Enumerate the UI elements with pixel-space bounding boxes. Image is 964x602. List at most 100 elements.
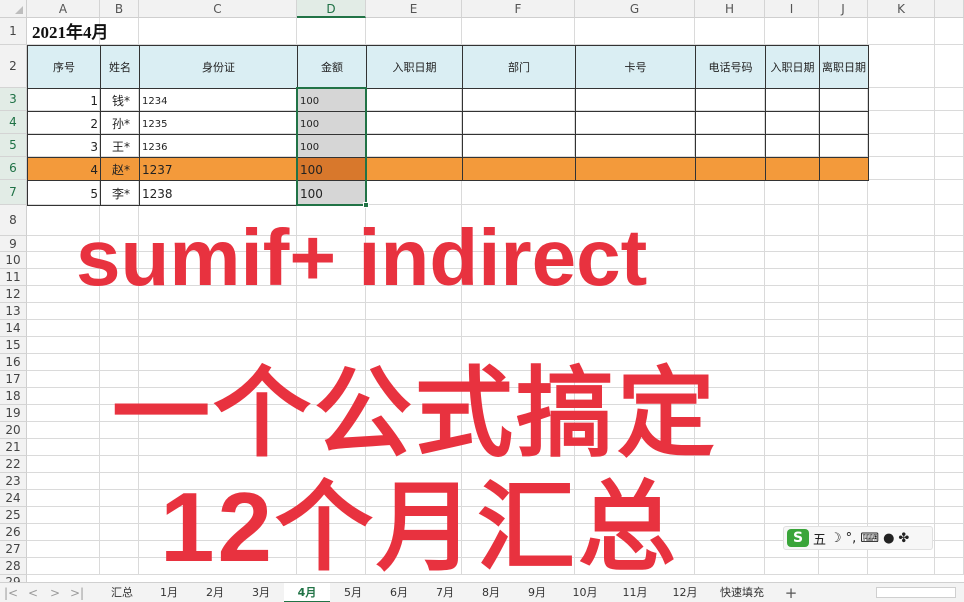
- grid-cell[interactable]: [819, 269, 868, 286]
- grid-cell[interactable]: [765, 236, 819, 252]
- grid-cell[interactable]: [27, 354, 100, 371]
- empty-cell[interactable]: [462, 134, 576, 158]
- grid-cell[interactable]: [695, 205, 765, 236]
- empty-cell[interactable]: [819, 157, 869, 181]
- column-header-G[interactable]: G: [575, 0, 695, 18]
- row-header-17[interactable]: 17: [0, 371, 27, 388]
- empty-cell[interactable]: [575, 111, 696, 135]
- column-header-K[interactable]: K: [868, 0, 935, 18]
- column-header-A[interactable]: A: [27, 0, 100, 18]
- grid-cell[interactable]: [100, 490, 139, 507]
- grid-cell[interactable]: [297, 18, 366, 45]
- empty-cell[interactable]: [462, 111, 576, 135]
- grid-icon[interactable]: ✤: [898, 531, 909, 546]
- grid-cell[interactable]: [765, 439, 819, 456]
- grid-cell[interactable]: [27, 405, 100, 422]
- grid-cell[interactable]: [695, 236, 765, 252]
- grid-cell[interactable]: [819, 388, 868, 405]
- grid-cell[interactable]: [868, 45, 935, 88]
- grid-cell[interactable]: [935, 507, 964, 524]
- grid-cell[interactable]: [935, 286, 964, 303]
- name-cell[interactable]: 孙*: [100, 111, 140, 135]
- grid-cell[interactable]: [765, 252, 819, 269]
- grid-cell[interactable]: [27, 303, 100, 320]
- grid-cell[interactable]: [27, 320, 100, 337]
- grid-cell[interactable]: [868, 507, 935, 524]
- grid-cell[interactable]: [868, 88, 935, 111]
- column-header-B[interactable]: B: [100, 0, 139, 18]
- column-header-I[interactable]: I: [765, 0, 819, 18]
- grid-cell[interactable]: [868, 473, 935, 490]
- grid-cell[interactable]: [868, 252, 935, 269]
- grid-cell[interactable]: [27, 541, 100, 558]
- column-header-D[interactable]: D: [297, 0, 366, 18]
- row-index-cell[interactable]: 5: [27, 180, 101, 206]
- grid-cell[interactable]: [868, 558, 935, 575]
- grid-cell[interactable]: [366, 18, 462, 45]
- grid-cell[interactable]: [819, 473, 868, 490]
- sheet-tab-3[interactable]: 3月: [238, 583, 284, 602]
- grid-cell[interactable]: [868, 157, 935, 180]
- sheet-tab-10[interactable]: 10月: [560, 583, 610, 602]
- row-header-8[interactable]: 8: [0, 205, 27, 236]
- grid-cell[interactable]: [935, 269, 964, 286]
- grid-cell[interactable]: [695, 524, 765, 541]
- sheet-tab-6[interactable]: 6月: [376, 583, 422, 602]
- grid-cell[interactable]: [935, 541, 964, 558]
- empty-cell[interactable]: [695, 157, 766, 181]
- grid-cell[interactable]: [868, 18, 935, 45]
- row-index-cell[interactable]: 3: [27, 134, 101, 158]
- grid-cell[interactable]: [819, 337, 868, 354]
- empty-cell[interactable]: [819, 88, 869, 112]
- grid-cell[interactable]: [819, 252, 868, 269]
- grid-cell[interactable]: [819, 456, 868, 473]
- grid-cell[interactable]: [695, 286, 765, 303]
- last-sheet-icon[interactable]: >|: [66, 586, 88, 600]
- row-header-6[interactable]: 6: [0, 157, 27, 180]
- grid-cell[interactable]: [27, 371, 100, 388]
- grid-cell[interactable]: [765, 371, 819, 388]
- sheet-tab-8[interactable]: 8月: [468, 583, 514, 602]
- grid-cell[interactable]: [935, 354, 964, 371]
- row-header-29[interactable]: 29: [0, 575, 27, 582]
- grid-cell[interactable]: [100, 558, 139, 575]
- grid-cell[interactable]: [868, 320, 935, 337]
- sheet-tab-13[interactable]: 快速填充: [710, 583, 774, 602]
- row-header-4[interactable]: 4: [0, 111, 27, 134]
- grid-cell[interactable]: [868, 354, 935, 371]
- grid-cell[interactable]: [695, 180, 765, 205]
- grid-cell[interactable]: [819, 286, 868, 303]
- grid-cell[interactable]: [868, 422, 935, 439]
- grid-cell[interactable]: [868, 303, 935, 320]
- grid-cell[interactable]: [765, 388, 819, 405]
- ime-mode-label[interactable]: 五: [813, 529, 826, 548]
- sheet-tab-4[interactable]: 4月: [284, 582, 330, 602]
- grid-cell[interactable]: [765, 456, 819, 473]
- grid-cell[interactable]: [27, 439, 100, 456]
- grid-cell[interactable]: [366, 180, 462, 205]
- row-header-23[interactable]: 23: [0, 473, 27, 490]
- grid-cell[interactable]: [765, 18, 819, 45]
- grid-cell[interactable]: [935, 558, 964, 575]
- name-cell[interactable]: 钱*: [100, 88, 140, 112]
- grid-cell[interactable]: [765, 303, 819, 320]
- grid-cell[interactable]: [695, 18, 765, 45]
- column-header-J[interactable]: J: [819, 0, 868, 18]
- grid-cell[interactable]: [819, 180, 868, 205]
- grid-cell[interactable]: [765, 205, 819, 236]
- grid-cell[interactable]: [765, 507, 819, 524]
- grid-cell[interactable]: [575, 303, 695, 320]
- row-index-cell[interactable]: 4: [27, 157, 101, 181]
- row-header-16[interactable]: 16: [0, 354, 27, 371]
- grid-cell[interactable]: [935, 524, 964, 541]
- grid-cell[interactable]: [765, 354, 819, 371]
- id-cell[interactable]: 1238: [139, 180, 298, 206]
- empty-cell[interactable]: [366, 88, 463, 112]
- grid-cell[interactable]: [935, 490, 964, 507]
- grid-cell[interactable]: [935, 111, 964, 134]
- grid-cell[interactable]: [366, 303, 462, 320]
- grid-cell[interactable]: [935, 18, 964, 45]
- grid-cell[interactable]: [575, 180, 695, 205]
- grid-cell[interactable]: [695, 269, 765, 286]
- grid-cell[interactable]: [819, 371, 868, 388]
